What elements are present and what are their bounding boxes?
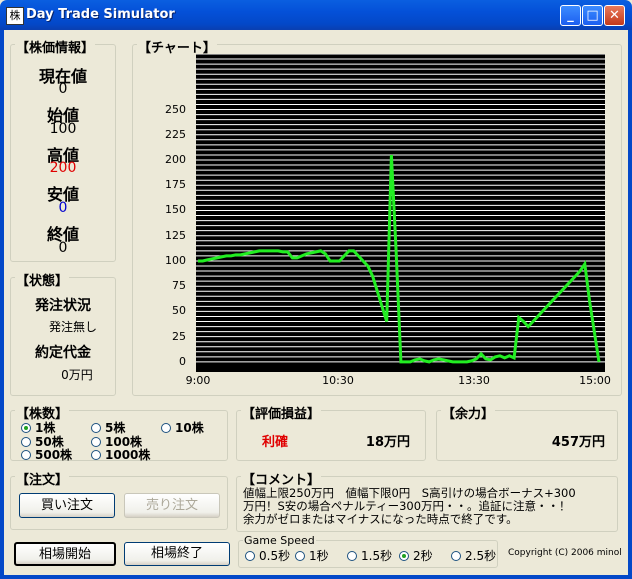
speed-radio-1[interactable]: 0.5秒 [245,547,290,564]
shares-radio-7[interactable]: 1000株 [91,446,150,463]
speed-radio-label: 0.5秒 [259,549,291,563]
margin-value: 457万円 [551,435,605,450]
minimize-button[interactable]: _ [560,5,581,26]
status-group: 【状態】 発注状況 発注無し 約定代金 0万円 [10,270,116,396]
price-line [198,154,601,364]
y-tick-label: 50 [172,304,186,318]
y-tick-label: 125 [165,228,186,242]
speed-radio-2[interactable]: 1秒 [295,547,329,564]
stock-info-group: 【株価情報】 現在値 0 始値 100 高値 200 安値 0 終値 0 [10,37,116,262]
shares-radio-3[interactable]: 10株 [161,419,204,436]
radio-dot-icon [91,423,101,433]
speed-radio-3[interactable]: 1.5秒 [347,547,392,564]
speed-radio-5[interactable]: 2.5秒 [451,547,496,564]
chart-plot-area [196,53,605,372]
order-status-label: 発注状況 [35,298,91,314]
y-tick-label: 100 [165,253,186,267]
status-title: 【状態】 [15,270,70,289]
margin-group: 【余力】 457万円 [436,403,618,461]
maximize-button[interactable]: □ [582,5,603,26]
shares-group: 【株数】 1株 5株 10株 50株 100株 500株 1000株 [10,403,228,463]
copyright-text: Copyright (C) 2006 minol [508,548,622,558]
stock-info-title: 【株価情報】 [15,37,96,56]
radio-dot-icon [161,423,171,433]
pnl-group: 【評価損益】 利確 18万円 [236,403,426,461]
y-tick-label: 225 [165,127,186,141]
pnl-value: 18万円 [365,435,410,450]
x-tick-label: 10:30 [322,374,354,387]
speed-radio-4[interactable]: 2秒 [399,547,433,564]
close-price-value: 0 [58,240,68,256]
y-tick-label: 75 [172,279,186,293]
open-price-value: 100 [49,121,77,137]
radio-dot-icon [21,423,31,433]
y-tick-label: 250 [165,102,186,116]
radio-dot-icon [295,551,305,561]
x-tick-label: 9:00 [185,374,211,387]
close-button[interactable]: ✕ [604,5,625,26]
speed-radio-label: 2.5秒 [465,549,497,563]
window-title: Day Trade Simulator [26,7,175,22]
x-tick-label: 13:30 [458,374,490,387]
margin-title: 【余力】 [441,403,496,422]
price-chart [196,53,605,364]
radio-dot-icon [347,551,357,561]
sell-order-button[interactable]: 売り注文 [124,493,220,518]
contract-amount-label: 約定代金 [35,345,91,361]
y-tick-label: 150 [165,203,186,217]
order-status-value: 発注無し [48,320,97,334]
shares-radio-label: 1000株 [105,448,151,462]
comment-line-3: 余力がゼロまたはマイナスになった時点で終了です。 [243,512,518,526]
current-price-value: 0 [58,81,68,97]
order-title: 【注文】 [15,469,70,488]
radio-dot-icon [451,551,461,561]
radio-dot-icon [21,450,31,460]
radio-dot-icon [91,450,101,460]
app-icon[interactable]: 株 [6,7,24,25]
speed-radio-label: 1秒 [309,549,329,563]
game-speed-title: Game Speed [243,534,316,547]
high-price-value: 200 [49,160,77,176]
end-market-button[interactable]: 相場終了 [124,542,230,566]
buy-order-button[interactable]: 買い注文 [19,493,115,518]
y-tick-label: 175 [165,178,186,192]
shares-radio-label: 10株 [175,421,204,435]
radio-dot-icon [399,551,409,561]
pnl-label: 利確 [262,435,289,450]
y-tick-label: 25 [172,329,186,343]
shares-radio-label: 500株 [35,448,73,462]
low-price-value: 0 [58,200,68,216]
speed-radio-label: 2秒 [413,549,433,563]
radio-dot-icon [245,551,255,561]
contract-amount-value: 0万円 [61,368,93,382]
speed-radio-label: 1.5秒 [361,549,393,563]
order-group: 【注文】 買い注文 売り注文 [10,469,228,530]
pnl-title: 【評価損益】 [241,403,322,422]
shares-radio-6[interactable]: 500株 [21,446,72,463]
comment-group: 【コメント】 値幅上限250万円 値幅下限0円 S高引けの場合ボーナス+300 … [236,469,618,532]
comment-text: 値幅上限250万円 値幅下限0円 S高引けの場合ボーナス+300 万円！S安の場… [243,487,576,526]
y-tick-label: 200 [165,153,186,166]
y-tick-label: 0 [179,354,186,368]
game-speed-group: Game Speed 0.5秒 1秒 1.5秒 2秒 2.5秒 [238,534,498,568]
start-market-button[interactable]: 相場開始 [14,542,116,566]
x-tick-label: 15:00 [579,374,611,387]
